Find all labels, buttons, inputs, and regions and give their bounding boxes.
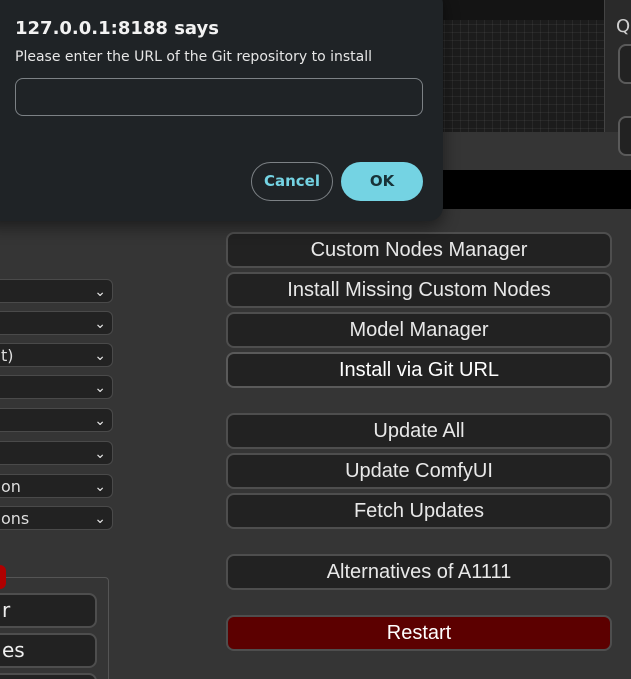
- left-select-8[interactable]: ons ⌄: [0, 506, 113, 530]
- restart-button[interactable]: Restart: [226, 615, 612, 651]
- update-comfyui-button[interactable]: Update ComfyUI: [226, 453, 612, 489]
- side-panel-button[interactable]: [618, 44, 631, 84]
- comfyui-manager-page: Q ⌄ ⌄ t) ⌄ ⌄ ⌄ ⌄ on ⌄ ons ⌄ r es Custom …: [0, 0, 631, 679]
- chevron-down-icon: ⌄: [94, 316, 106, 332]
- select-value: on: [1, 477, 21, 496]
- update-all-button[interactable]: Update All: [226, 413, 612, 449]
- chevron-down-icon: ⌄: [94, 446, 106, 462]
- chevron-down-icon: ⌄: [94, 479, 106, 495]
- left-button-2[interactable]: es: [0, 633, 97, 668]
- chevron-down-icon: ⌄: [94, 284, 106, 300]
- left-select-4[interactable]: ⌄: [0, 375, 113, 399]
- ok-button[interactable]: OK: [341, 162, 423, 201]
- install-missing-custom-nodes-button[interactable]: Install Missing Custom Nodes: [226, 272, 612, 308]
- side-panel-label: Q: [616, 16, 631, 37]
- git-url-input[interactable]: [15, 78, 423, 116]
- side-panel-button[interactable]: [618, 116, 631, 156]
- left-select-6[interactable]: ⌄: [0, 441, 113, 465]
- left-select-3[interactable]: t) ⌄: [0, 343, 113, 367]
- select-value: ons: [1, 509, 30, 528]
- install-via-git-url-button[interactable]: Install via Git URL: [226, 352, 612, 388]
- select-value: t): [1, 346, 14, 365]
- chevron-down-icon: ⌄: [94, 380, 106, 396]
- chevron-down-icon: ⌄: [94, 511, 106, 527]
- chevron-down-icon: ⌄: [94, 348, 106, 364]
- canvas-top-strip: [430, 0, 610, 20]
- left-select-1[interactable]: ⌄: [0, 279, 113, 303]
- dialog-message: Please enter the URL of the Git reposito…: [15, 49, 373, 65]
- dialog-title: 127.0.0.1:8188 says: [15, 18, 219, 39]
- left-select-2[interactable]: ⌄: [0, 311, 113, 335]
- chevron-down-icon: ⌄: [94, 413, 106, 429]
- left-button-3[interactable]: [0, 673, 97, 679]
- cancel-button[interactable]: Cancel: [251, 162, 333, 201]
- dark-header-bar: [420, 170, 631, 209]
- red-status-badge: [0, 565, 6, 589]
- alternatives-of-a1111-button[interactable]: Alternatives of A1111: [226, 554, 612, 590]
- left-select-7[interactable]: on ⌄: [0, 474, 113, 498]
- left-button-1[interactable]: r: [0, 593, 97, 628]
- fetch-updates-button[interactable]: Fetch Updates: [226, 493, 612, 529]
- custom-nodes-manager-button[interactable]: Custom Nodes Manager: [226, 232, 612, 268]
- model-manager-button[interactable]: Model Manager: [226, 312, 612, 348]
- prompt-dialog: 127.0.0.1:8188 says Please enter the URL…: [0, 0, 443, 221]
- left-select-5[interactable]: ⌄: [0, 408, 113, 432]
